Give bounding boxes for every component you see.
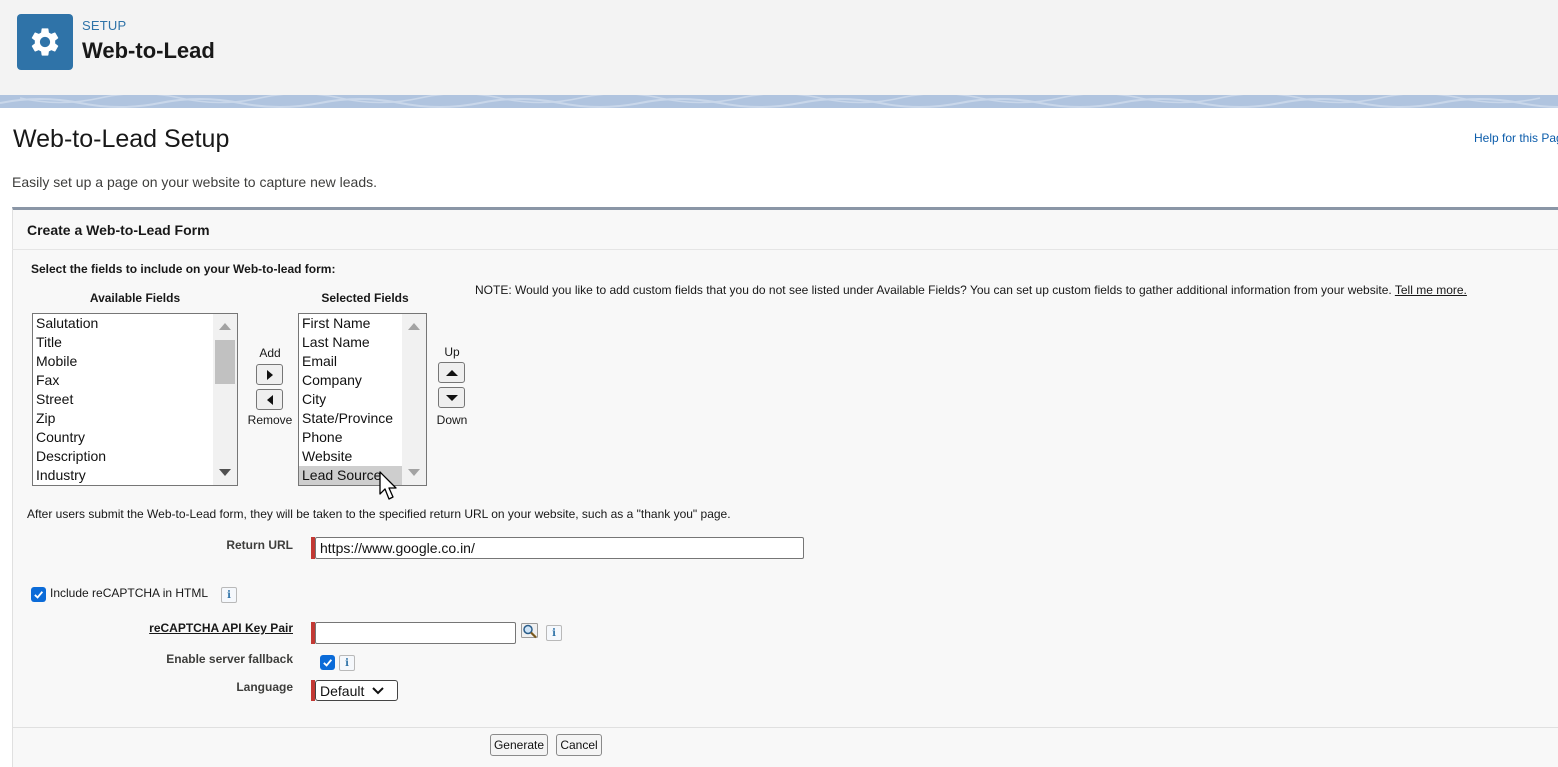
list-item[interactable]: Country bbox=[33, 428, 237, 447]
api-key-input[interactable] bbox=[315, 622, 516, 644]
fallback-checkbox[interactable] bbox=[320, 655, 335, 670]
help-link[interactable]: Help for this Page bbox=[1474, 131, 1558, 145]
selected-list-scrollbar[interactable] bbox=[402, 314, 426, 485]
page-subtitle: Easily set up a page on your website to … bbox=[12, 174, 377, 190]
recaptcha-checkbox[interactable] bbox=[31, 587, 46, 602]
list-item[interactable]: Salutation bbox=[33, 314, 237, 333]
language-label: Language bbox=[236, 680, 293, 694]
list-item[interactable]: Title bbox=[33, 333, 237, 352]
recaptcha-label: Include reCAPTCHA in HTML bbox=[50, 586, 209, 600]
language-value: Default bbox=[320, 682, 365, 699]
api-key-label[interactable]: reCAPTCHA API Key Pair bbox=[93, 621, 293, 635]
move-up-button[interactable] bbox=[438, 362, 465, 383]
fallback-label: Enable server fallback bbox=[166, 652, 293, 666]
arrow-down-icon bbox=[445, 394, 458, 401]
scroll-thumb[interactable] bbox=[215, 340, 235, 384]
scroll-down-arrow-icon[interactable] bbox=[219, 469, 231, 476]
decorative-banner bbox=[0, 95, 1558, 108]
list-item[interactable]: Fax bbox=[33, 371, 237, 390]
selected-fields-list[interactable]: First Name Last Name Email Company City … bbox=[298, 313, 427, 486]
scroll-down-arrow-icon[interactable] bbox=[408, 469, 420, 476]
list-item[interactable]: Street bbox=[33, 390, 237, 409]
list-item[interactable]: Zip bbox=[33, 409, 237, 428]
divider bbox=[12, 727, 1558, 728]
list-item[interactable]: Description bbox=[33, 447, 237, 466]
list-item[interactable]: Mobile bbox=[33, 352, 237, 371]
move-down-button[interactable] bbox=[438, 387, 465, 408]
available-fields-header: Available Fields bbox=[89, 291, 181, 305]
return-url-label: Return URL bbox=[226, 538, 293, 552]
scroll-up-arrow-icon[interactable] bbox=[408, 323, 420, 330]
selected-fields-header: Selected Fields bbox=[321, 291, 409, 305]
section-title: Create a Web-to-Lead Form bbox=[27, 222, 210, 238]
available-fields-list[interactable]: Salutation Title Mobile Fax Street Zip C… bbox=[32, 313, 238, 486]
arrow-up-icon bbox=[445, 369, 458, 376]
add-button[interactable] bbox=[256, 364, 283, 385]
up-label: Up bbox=[444, 345, 460, 359]
info-icon[interactable]: i bbox=[221, 587, 237, 603]
info-icon[interactable]: i bbox=[546, 625, 562, 641]
remove-label: Remove bbox=[247, 413, 293, 427]
list-item[interactable]: Industry bbox=[33, 466, 237, 485]
select-fields-label: Select the fields to include on your Web… bbox=[31, 262, 336, 276]
page-title: Web-to-Lead Setup bbox=[13, 125, 230, 153]
remove-button[interactable] bbox=[256, 389, 283, 410]
mouse-cursor-icon bbox=[379, 471, 399, 506]
add-label: Add bbox=[259, 346, 281, 360]
scroll-up-arrow-icon[interactable] bbox=[219, 323, 231, 330]
info-icon[interactable]: i bbox=[339, 655, 355, 671]
form-panel-header bbox=[12, 210, 1558, 250]
gear-icon bbox=[17, 14, 73, 70]
note-text: NOTE: Would you like to add custom field… bbox=[475, 283, 1392, 297]
tell-me-more-link[interactable]: Tell me more. bbox=[1395, 283, 1467, 297]
generate-button[interactable]: Generate bbox=[490, 734, 548, 756]
language-select[interactable]: Default bbox=[315, 680, 398, 701]
custom-fields-note: NOTE: Would you like to add custom field… bbox=[475, 283, 1467, 297]
chevron-down-icon bbox=[372, 686, 385, 694]
return-url-input[interactable] bbox=[315, 537, 804, 559]
header-kicker: SETUP bbox=[82, 18, 127, 33]
setup-header bbox=[0, 0, 1558, 95]
down-label: Down bbox=[436, 413, 468, 427]
lookup-search-icon[interactable] bbox=[521, 623, 541, 646]
return-url-description: After users submit the Web-to-Lead form,… bbox=[27, 507, 731, 521]
arrow-left-icon bbox=[266, 394, 273, 405]
arrow-right-icon bbox=[266, 369, 273, 380]
cancel-button[interactable]: Cancel bbox=[556, 734, 602, 756]
header-title: Web-to-Lead bbox=[82, 38, 215, 63]
available-list-scrollbar[interactable] bbox=[213, 314, 237, 485]
